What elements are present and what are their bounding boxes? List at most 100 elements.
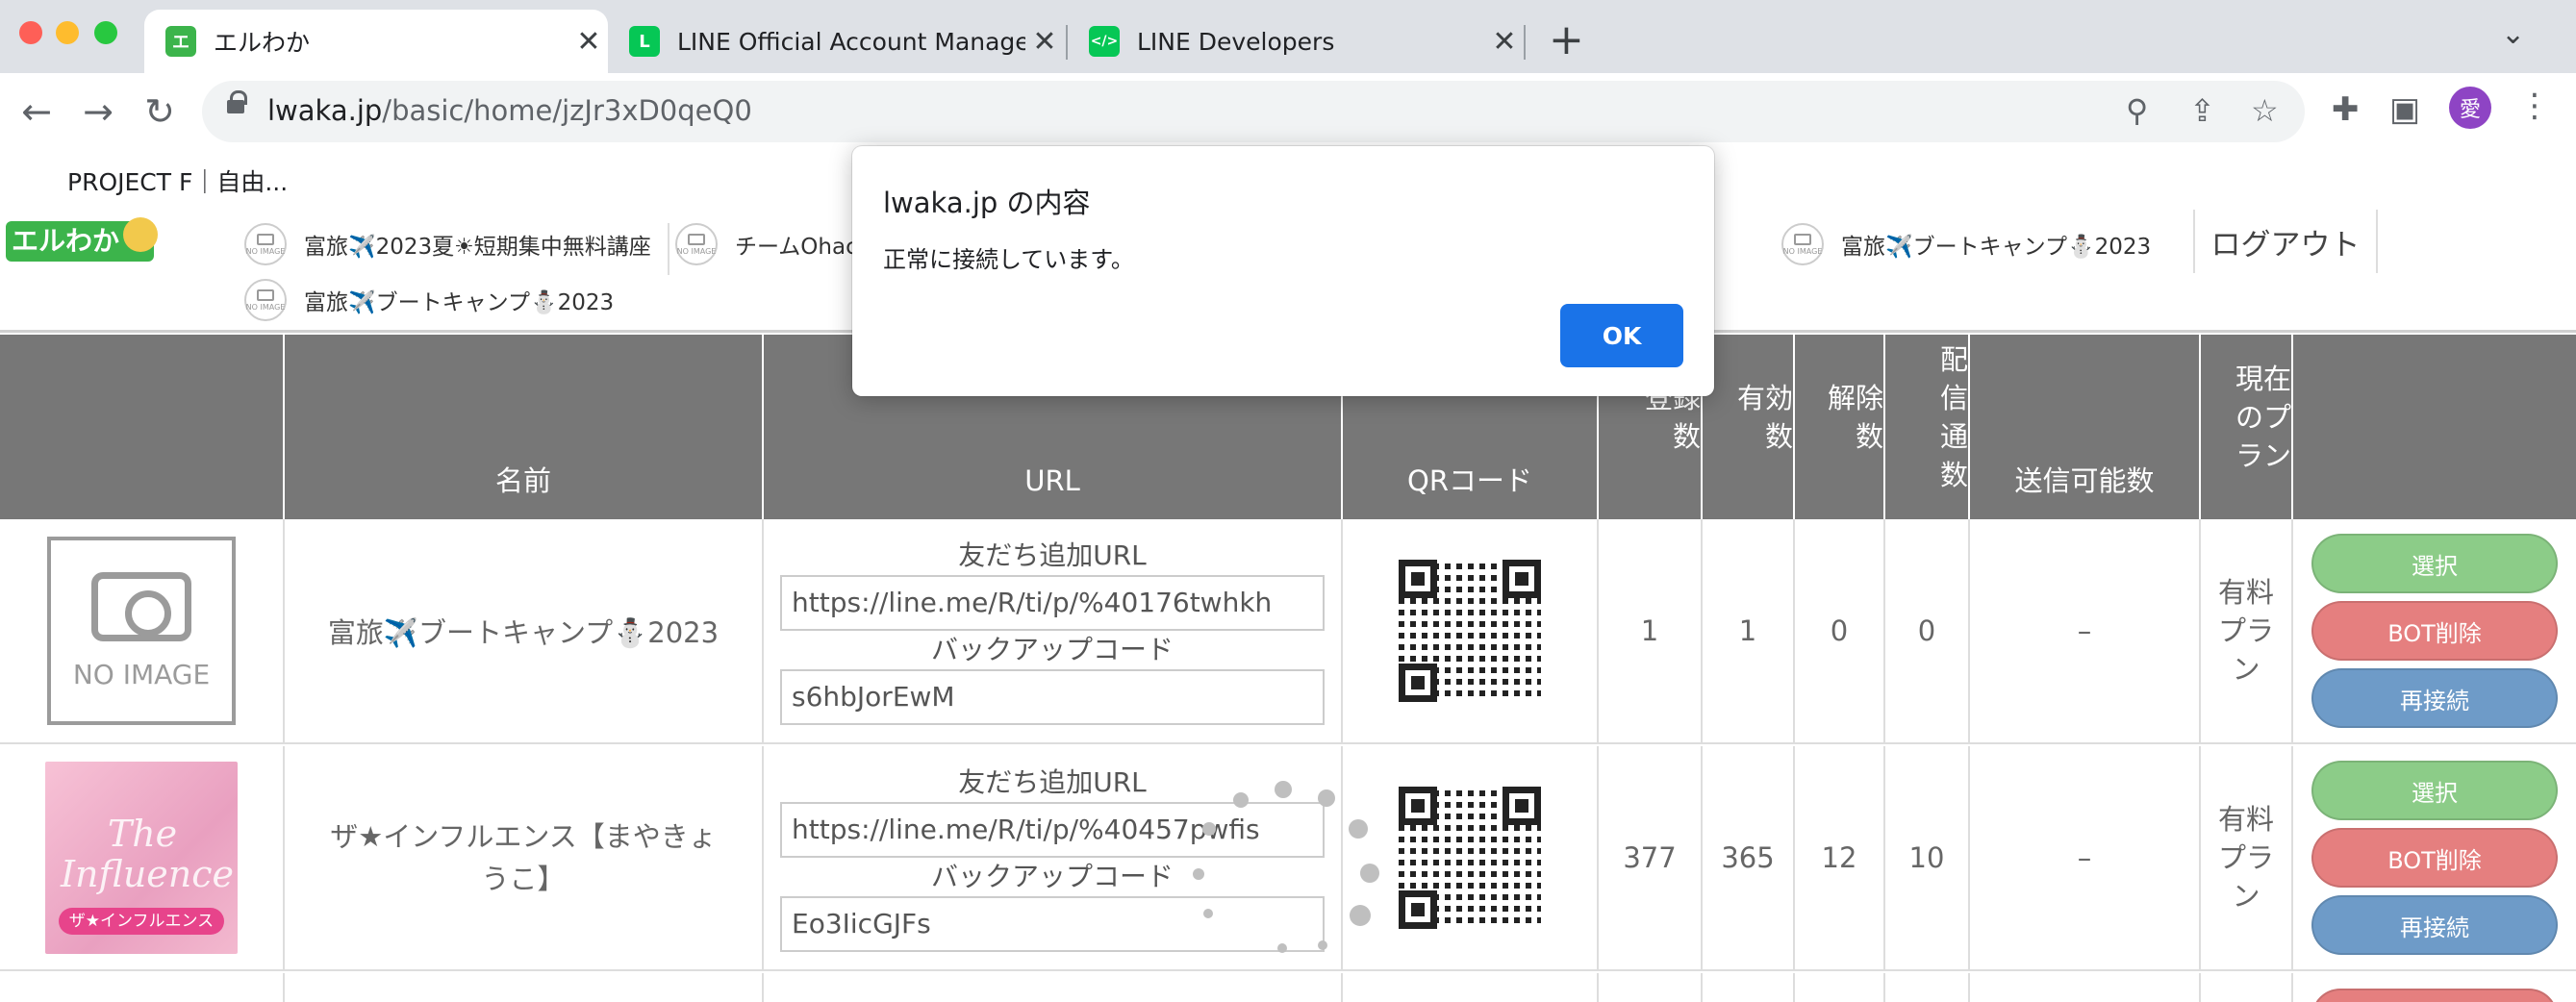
backup-code-field[interactable]: s6hbJorEwM	[780, 669, 1325, 725]
backup-code-label: バックアップコード	[930, 861, 1174, 892]
alert-dialog: lwaka.jp の内容 正常に接続しています。 OK	[852, 146, 1714, 396]
table-row: NO IMAGE 富旅✈️ブートキャンプ⛄2023 友だち追加URL https…	[0, 519, 2576, 744]
qr-code-image[interactable]	[1399, 560, 1541, 702]
backup-code-field[interactable]: Eo3IicGJFs	[780, 896, 1325, 952]
lwaka-favicon-icon: エ	[165, 26, 196, 57]
header-thumbnail	[0, 335, 285, 519]
cancelled-count: 12	[1795, 746, 1885, 969]
qr-cell	[1343, 973, 1599, 1002]
logout-link[interactable]: ログアウト	[2193, 210, 2378, 273]
plan-cell	[2201, 973, 2293, 1002]
new-tab-plus-icon[interactable]: +	[1549, 15, 1584, 64]
actions-cell: 選択 BOT削除 再接続	[2293, 746, 2576, 969]
tab-title: LINE Official Account Manager	[677, 27, 1025, 56]
delete-bot-button[interactable]: BOT削除	[2311, 828, 2558, 888]
table-row: The Influence ザ★インフルエンス ザ★インフルエンス【まやきょうこ…	[0, 746, 2576, 971]
reload-icon[interactable]: ↻	[137, 88, 183, 135]
forward-arrow-icon[interactable]: →	[75, 88, 121, 135]
url-cell: 友だち追加URL https://line.me/R/ti/p/%40176tw…	[764, 519, 1343, 742]
no-image-icon: NO IMAGE	[675, 223, 718, 265]
window-zoom-button[interactable]	[94, 21, 117, 44]
reconnect-button[interactable]: 再接続	[2311, 668, 2558, 728]
tab-line-developers[interactable]: </> LINE Developers ✕	[1068, 10, 1524, 73]
actions-cell: 選択 BOT削除 再接続	[2293, 519, 2576, 742]
account-name: ザ★インフルエンス【まやきょうこ】	[285, 746, 764, 969]
thumbnail-cell: NO IMAGE	[0, 519, 285, 742]
header-cancelled: 解除数	[1795, 335, 1885, 519]
reconnect-button[interactable]: 再接続	[2311, 895, 2558, 955]
active-count: 365	[1703, 746, 1795, 969]
window-minimize-button[interactable]	[56, 21, 79, 44]
select-button[interactable]: 選択	[2311, 534, 2558, 593]
thumbnail-cell	[0, 973, 285, 1002]
backup-code-label: バックアップコード	[930, 634, 1174, 665]
tab-line-oa-manager[interactable]: L LINE Official Account Manager ✕	[608, 10, 1064, 73]
name-cell	[285, 973, 764, 1002]
header-actions	[2293, 335, 2576, 519]
tab-lwaka[interactable]: エ エルわか ✕	[144, 10, 608, 73]
back-arrow-icon[interactable]: ←	[13, 88, 60, 135]
header-active: 有効数	[1703, 335, 1795, 519]
actions-cell	[2293, 973, 2576, 1002]
tab-close-icon[interactable]: ✕	[1025, 25, 1064, 59]
sendable-count: –	[1970, 746, 2201, 969]
delivered-count: 0	[1885, 519, 1970, 742]
account-thumbnail: The Influence ザ★インフルエンス	[45, 762, 238, 954]
registered-count: 377	[1599, 746, 1703, 969]
friend-url-field[interactable]: https://line.me/R/ti/p/%40176twhkh	[780, 575, 1325, 631]
share-icon[interactable]: ⇪	[2189, 92, 2215, 129]
active-count: 1	[1703, 519, 1795, 742]
tab-search-chevron-icon[interactable]: ⌄	[2501, 17, 2525, 51]
sendable-cell	[1970, 973, 2201, 1002]
url-cell: 友だち追加URL https://line.me/R/ti/p/%40457pw…	[764, 746, 1343, 969]
bookmark-star-icon[interactable]: ☆	[2251, 92, 2279, 129]
url-text: lwaka.jp/basic/home/jzJr3xD0qeQ0	[267, 94, 752, 127]
browser-tab-bar: エ エルわか ✕ L LINE Official Account Manager…	[0, 0, 2576, 73]
plan-cell: 有料 プラン	[2201, 746, 2293, 969]
account-switch-item[interactable]: NO IMAGE チームOhaco	[675, 223, 871, 265]
code-favicon-icon: </>	[1089, 26, 1120, 57]
select-button[interactable]: 選択	[2311, 761, 2558, 820]
account-switch-item[interactable]: NO IMAGE 富旅✈️2023夏☀短期集中無料講座	[244, 223, 651, 265]
no-image-placeholder: NO IMAGE	[47, 537, 236, 725]
ok-button[interactable]: OK	[1560, 304, 1683, 367]
monkey-mascot-icon	[123, 217, 158, 252]
cancelled-count: 0	[1795, 519, 1885, 742]
url-cell	[764, 973, 1343, 1002]
registered-cell	[1599, 973, 1703, 1002]
account-switch-item[interactable]: NO IMAGE 富旅✈️ブートキャンプ⛄2023	[1781, 223, 2151, 265]
tab-close-icon[interactable]: ✕	[1485, 25, 1524, 59]
line-favicon-icon: L	[629, 26, 660, 57]
no-image-icon: NO IMAGE	[244, 279, 287, 321]
menu-kebab-icon[interactable]: ⋮	[2518, 87, 2551, 125]
search-icon[interactable]: ⚲	[2126, 92, 2148, 129]
camera-icon	[91, 571, 191, 641]
dialog-message: 正常に接続しています。	[883, 246, 1134, 273]
header-delivered: 配信通数	[1885, 335, 1970, 519]
delivered-count: 10	[1885, 746, 1970, 969]
profile-avatar[interactable]: 愛	[2449, 87, 2491, 129]
friend-url-label: 友だち追加URL	[958, 539, 1147, 571]
active-cell	[1703, 973, 1795, 1002]
side-panel-icon[interactable]: ▣	[2389, 90, 2420, 129]
window-close-button[interactable]	[19, 21, 42, 44]
cancelled-cell	[1795, 973, 1885, 1002]
bookmark-project-f[interactable]: PROJECT F｜自由...	[67, 163, 288, 198]
tab-close-icon[interactable]: ✕	[569, 25, 608, 59]
delete-bot-button-partial[interactable]	[2311, 989, 2558, 1002]
delete-bot-button[interactable]: BOT削除	[2311, 601, 2558, 661]
extensions-puzzle-icon[interactable]: ✚	[2332, 90, 2360, 129]
dialog-title: lwaka.jp の内容	[883, 187, 1091, 219]
address-bar[interactable]: lwaka.jp/basic/home/jzJr3xD0qeQ0 ⚲ ⇪ ☆	[202, 81, 2305, 142]
registered-count: 1	[1599, 519, 1703, 742]
plan-cell: 有料 プラン	[2201, 519, 2293, 742]
tab-title: エルわか	[214, 29, 311, 57]
qr-code-image[interactable]	[1399, 787, 1541, 929]
delivered-cell	[1885, 973, 1970, 1002]
table-row	[0, 973, 2576, 1002]
account-switch-item[interactable]: NO IMAGE 富旅✈️ブートキャンプ⛄2023	[244, 279, 614, 321]
no-image-icon: NO IMAGE	[1781, 223, 1824, 265]
header-sendable: 送信可能数	[1970, 335, 2201, 519]
friend-url-field[interactable]: https://line.me/R/ti/p/%40457pwfis	[780, 802, 1325, 858]
friend-url-label: 友だち追加URL	[958, 766, 1147, 798]
